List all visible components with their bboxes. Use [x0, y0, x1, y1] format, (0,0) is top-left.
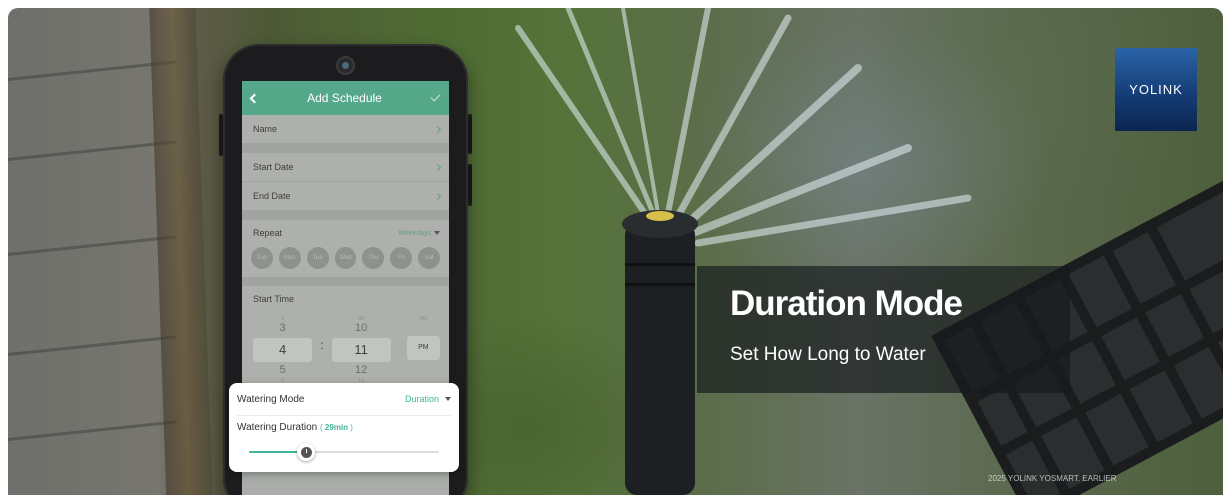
timer-icon — [300, 446, 312, 458]
chevron-right-icon — [433, 163, 442, 171]
repeat-section: Repeat Weekdays Sun Mon Tue Wed Thu Fri … — [242, 220, 449, 277]
time-separator: : — [320, 338, 324, 352]
day-toggle-wed[interactable]: Wed — [334, 247, 357, 269]
watering-card: Watering Mode Duration Watering Duration… — [229, 383, 459, 472]
weekday-selector: Sun Mon Tue Wed Thu Fri Sat — [251, 247, 441, 269]
watering-duration-value: 29min — [324, 423, 349, 432]
watering-duration-row: Watering Duration ( 29min ) — [237, 416, 451, 433]
logo-text: YOLINK — [1129, 82, 1183, 97]
day-toggle-mon[interactable]: Mon — [278, 247, 301, 269]
sprinkler-illustration — [515, 8, 1223, 495]
headline-panel: Duration Mode Set How Long to Water — [697, 266, 1070, 393]
watering-duration-value-group: ( 29min ) — [320, 423, 353, 432]
minute-option: 12 — [355, 364, 368, 376]
selected-hour: 4 — [253, 338, 313, 362]
end-date-label: End Date — [253, 191, 291, 201]
divider — [242, 277, 449, 286]
watering-mode-value: Duration — [404, 394, 439, 404]
ampm-wheel[interactable]: AM PM — [406, 316, 440, 360]
selected-ampm: PM — [406, 336, 440, 360]
brand-logo: YOLINK — [1115, 48, 1197, 131]
hour-wheel[interactable]: 2 3 4 5 6 — [253, 316, 313, 384]
name-row[interactable]: Name — [242, 115, 449, 144]
repeat-dropdown[interactable]: Weekdays — [398, 228, 440, 238]
watering-mode-row[interactable]: Watering Mode Duration — [237, 383, 451, 416]
divider — [242, 144, 449, 153]
paren-close: ) — [350, 423, 353, 432]
chevron-right-icon — [433, 192, 442, 200]
hour-option: 3 — [279, 322, 286, 334]
camera-icon — [336, 56, 355, 75]
hero-banner — [8, 8, 1223, 495]
time-picker[interactable]: 2 3 4 5 6 : 09 10 11 12 13 AM PM — [253, 316, 440, 384]
headline: Duration Mode — [730, 284, 963, 323]
repeat-label: Repeat — [253, 228, 283, 238]
minute-wheel[interactable]: 09 10 11 12 13 — [331, 316, 391, 384]
day-toggle-thu[interactable]: Thu — [362, 247, 385, 269]
confirm-icon[interactable] — [430, 91, 441, 102]
repeat-value: Weekdays — [398, 229, 431, 237]
slider-thumb[interactable] — [297, 443, 315, 461]
name-label: Name — [253, 124, 278, 134]
watering-mode-label: Watering Mode — [237, 393, 305, 405]
start-time-label: Start Time — [253, 294, 295, 304]
phone-side-button — [468, 164, 472, 206]
watering-mode-dropdown[interactable]: Duration — [405, 394, 451, 404]
divider — [242, 211, 449, 220]
hour-option: 5 — [279, 364, 286, 376]
phone-side-button — [219, 114, 223, 156]
caret-down-icon — [445, 397, 451, 401]
chevron-right-icon — [433, 125, 442, 133]
day-toggle-sat[interactable]: Sat — [418, 247, 441, 269]
app-header: Add Schedule — [242, 81, 449, 115]
minute-option: 10 — [355, 322, 368, 334]
selected-minute: 11 — [331, 338, 391, 362]
day-toggle-tue[interactable]: Tue — [306, 247, 329, 269]
day-toggle-fri[interactable]: Fri — [390, 247, 413, 269]
paren-open: ( — [320, 423, 323, 432]
copyright-text: 2025 YOLINK YOSMART. EARLIER — [988, 474, 1117, 483]
start-date-row[interactable]: Start Date — [242, 153, 449, 182]
start-date-label: Start Date — [253, 162, 294, 172]
subheadline: Set How Long to Water — [730, 344, 926, 365]
page-title: Add Schedule — [307, 91, 382, 105]
duration-slider[interactable] — [249, 443, 439, 461]
phone-side-button — [468, 114, 472, 154]
watering-duration-label: Watering Duration — [237, 422, 318, 433]
back-icon[interactable] — [249, 93, 260, 103]
day-toggle-sun[interactable]: Sun — [251, 247, 273, 269]
caret-down-icon — [434, 231, 440, 235]
ampm-option: AM — [419, 316, 428, 322]
end-date-row[interactable]: End Date — [242, 182, 449, 211]
